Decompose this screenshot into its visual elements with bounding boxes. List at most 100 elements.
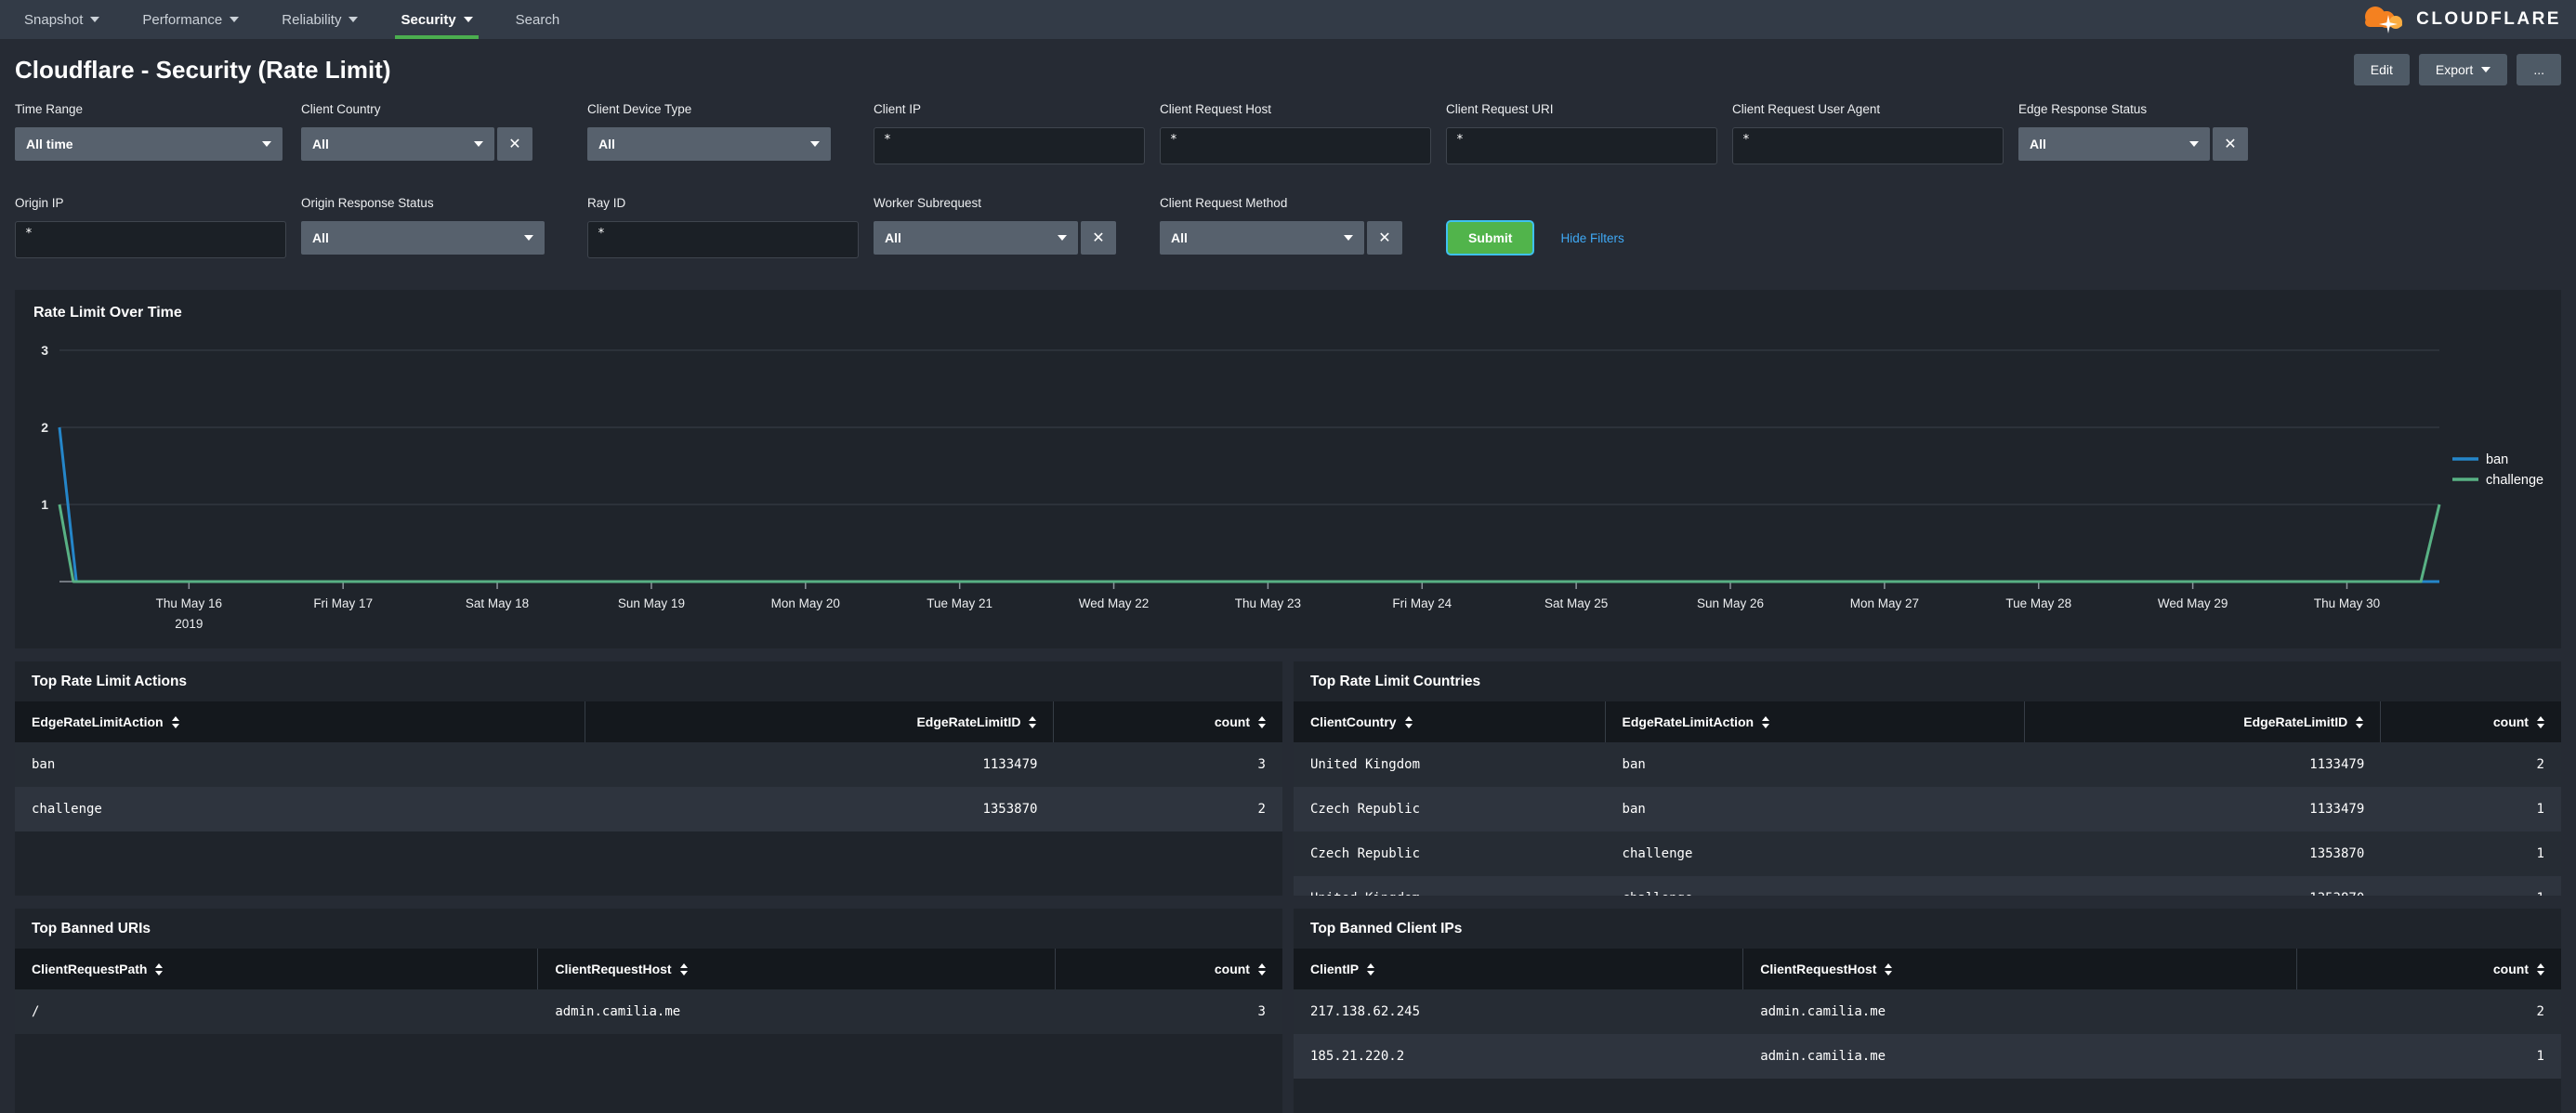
svg-text:1: 1 bbox=[41, 497, 48, 512]
column-header-edgeratelimitid[interactable]: EdgeRateLimitID bbox=[2025, 701, 2382, 742]
worker-subrequest-select[interactable]: All bbox=[874, 221, 1078, 255]
filter-label: Client Country bbox=[301, 102, 381, 116]
svg-text:Mon May 20: Mon May 20 bbox=[771, 596, 840, 610]
chevron-down-icon bbox=[348, 17, 359, 22]
table-cell: 2 bbox=[2536, 757, 2544, 772]
select-value: All bbox=[312, 137, 329, 151]
client-request-host-input[interactable] bbox=[1160, 127, 1431, 164]
column-header-clientrequestpath[interactable]: ClientRequestPath bbox=[15, 949, 539, 989]
nav-item-search[interactable]: Search bbox=[501, 0, 575, 39]
origin-ip-input[interactable] bbox=[15, 221, 286, 258]
client-device-type-select[interactable]: All bbox=[587, 127, 831, 161]
column-header-edgeratelimitaction[interactable]: EdgeRateLimitAction bbox=[1606, 701, 2025, 742]
column-header-count[interactable]: count bbox=[2297, 949, 2561, 989]
table-row: ban 1133479 3 bbox=[15, 742, 1282, 787]
svg-text:3: 3 bbox=[41, 343, 48, 358]
column-header-clientrequesthost[interactable]: ClientRequestHost bbox=[538, 949, 1056, 989]
column-header-count[interactable]: count bbox=[1054, 701, 1282, 742]
nav-item-reliability[interactable]: Reliability bbox=[267, 0, 373, 39]
edit-button[interactable]: Edit bbox=[2353, 54, 2410, 85]
svg-text:Thu May 30: Thu May 30 bbox=[2314, 596, 2380, 610]
export-button-label: Export bbox=[2435, 62, 2474, 77]
table-title: Top Rate Limit Countries bbox=[1310, 674, 1481, 689]
svg-text:Thu May 16: Thu May 16 bbox=[156, 596, 222, 610]
table-body: United Kingdom ban 1133479 2 Czech Republic b… bbox=[1294, 742, 2561, 896]
table-row: Czech Republic challenge 1353870 1 bbox=[1294, 831, 2561, 876]
clear-worker-subrequest-button[interactable]: ✕ bbox=[1081, 221, 1116, 255]
table-cell: 1353870 bbox=[2025, 876, 2381, 896]
filter-label: Client IP bbox=[874, 102, 922, 116]
submit-button[interactable]: Submit bbox=[1446, 220, 1535, 255]
nav-item-label: Snapshot bbox=[24, 11, 84, 28]
clear-client-country-button[interactable]: ✕ bbox=[497, 127, 532, 161]
nav-item-performance[interactable]: Performance bbox=[127, 0, 254, 39]
hide-filters-link[interactable]: Hide Filters bbox=[1560, 231, 1623, 245]
table-cell: 1133479 bbox=[2309, 802, 2365, 817]
table-cell: 1133479 bbox=[982, 757, 1038, 772]
table-cell: challenge bbox=[32, 802, 102, 817]
column-header-clientip[interactable]: ClientIP bbox=[1294, 949, 1744, 989]
nav-item-label: Security bbox=[401, 11, 456, 28]
time-range-select[interactable]: All time bbox=[15, 127, 283, 161]
client-request-user-agent-input[interactable] bbox=[1732, 127, 2004, 164]
clear-edge-response-status-button[interactable]: ✕ bbox=[2213, 127, 2248, 161]
sort-icon bbox=[155, 962, 164, 976]
filter-row-2: Origin IP Origin Response Status All Ray ID… bbox=[15, 196, 2561, 258]
filter-label: Client Request URI bbox=[1446, 102, 1554, 116]
sort-icon bbox=[2356, 715, 2364, 728]
table-cell: 3 bbox=[1257, 1004, 1266, 1019]
ray-id-input[interactable] bbox=[587, 221, 859, 258]
table-cell: Czech Republic bbox=[1310, 802, 1421, 817]
edge-response-status-select[interactable]: All bbox=[2018, 127, 2210, 161]
filter-label: Origin Response Status bbox=[301, 196, 434, 210]
sort-icon bbox=[2536, 962, 2544, 976]
filter-worker-subrequest: Worker Subrequest All ✕ bbox=[874, 196, 1160, 258]
origin-response-status-select[interactable]: All bbox=[301, 221, 545, 255]
column-header-label: ClientRequestHost bbox=[1760, 962, 1877, 976]
chevron-down-icon bbox=[810, 141, 820, 147]
column-header-clientrequesthost[interactable]: ClientRequestHost bbox=[1743, 949, 2298, 989]
nav-item-label: Search bbox=[515, 11, 560, 28]
cloudflare-logo: CLOUDFLARE bbox=[2354, 3, 2561, 36]
legend-item-challenge[interactable]: challenge bbox=[2452, 473, 2543, 488]
table-cell: admin.camilia.me bbox=[1760, 1004, 1886, 1019]
sort-icon bbox=[1257, 962, 1266, 976]
table-cell: United Kingdom bbox=[1294, 876, 1606, 896]
filter-edge-response-status: Edge Response Status All ✕ bbox=[2018, 102, 2305, 164]
filter-label: Client Device Type bbox=[587, 102, 692, 116]
svg-text:Sun May 26: Sun May 26 bbox=[1697, 596, 1764, 610]
client-request-method-select[interactable]: All bbox=[1160, 221, 1364, 255]
more-options-button[interactable]: ... bbox=[2517, 54, 2561, 85]
table-title: Top Rate Limit Actions bbox=[32, 674, 188, 689]
column-header-count[interactable]: count bbox=[2381, 701, 2561, 742]
filter-client-country: Client Country All ✕ bbox=[301, 102, 587, 164]
clear-client-request-method-button[interactable]: ✕ bbox=[1367, 221, 1402, 255]
table-cell: 1 bbox=[2536, 1049, 2544, 1064]
table-body: 217.138.62.245 admin.camilia.me 2 185.21.22… bbox=[1294, 989, 2561, 1079]
client-request-uri-input[interactable] bbox=[1446, 127, 1717, 164]
select-value: All bbox=[885, 230, 901, 245]
export-button[interactable]: Export bbox=[2418, 54, 2508, 85]
nav-item-security[interactable]: Security bbox=[386, 0, 487, 39]
legend-item-ban[interactable]: ban bbox=[2452, 452, 2508, 467]
cloudflare-logo-text: CLOUDFLARE bbox=[2416, 9, 2561, 29]
svg-text:2: 2 bbox=[41, 420, 48, 435]
column-header-label: EdgeRateLimitID bbox=[2243, 714, 2348, 729]
column-header-edgeratelimitid[interactable]: EdgeRateLimitID bbox=[585, 701, 1055, 742]
select-value: All bbox=[1171, 230, 1188, 245]
column-header-count[interactable]: count bbox=[1056, 949, 1282, 989]
chevron-down-icon bbox=[230, 17, 240, 22]
table-body: / admin.camilia.me 3 bbox=[15, 989, 1282, 1034]
column-header-clientcountry[interactable]: ClientCountry bbox=[1294, 701, 1606, 742]
svg-text:Sun May 19: Sun May 19 bbox=[618, 596, 685, 610]
filter-client-request-user-agent: Client Request User Agent bbox=[1732, 102, 2018, 164]
client-country-select[interactable]: All bbox=[301, 127, 494, 161]
top-nav-bar: Snapshot Performance Reliability Security Se… bbox=[0, 0, 2576, 39]
chevron-down-icon bbox=[1058, 235, 1067, 241]
table-cell: 1 bbox=[2381, 876, 2561, 896]
header-buttons: Edit Export ... bbox=[2353, 54, 2561, 85]
column-header-edgeratelimitaction[interactable]: EdgeRateLimitAction bbox=[15, 701, 585, 742]
nav-item-snapshot[interactable]: Snapshot bbox=[9, 0, 114, 39]
client-ip-input[interactable] bbox=[874, 127, 1145, 164]
filter-row-1: Time Range All time Client Country All ✕ Clie… bbox=[15, 102, 2561, 164]
